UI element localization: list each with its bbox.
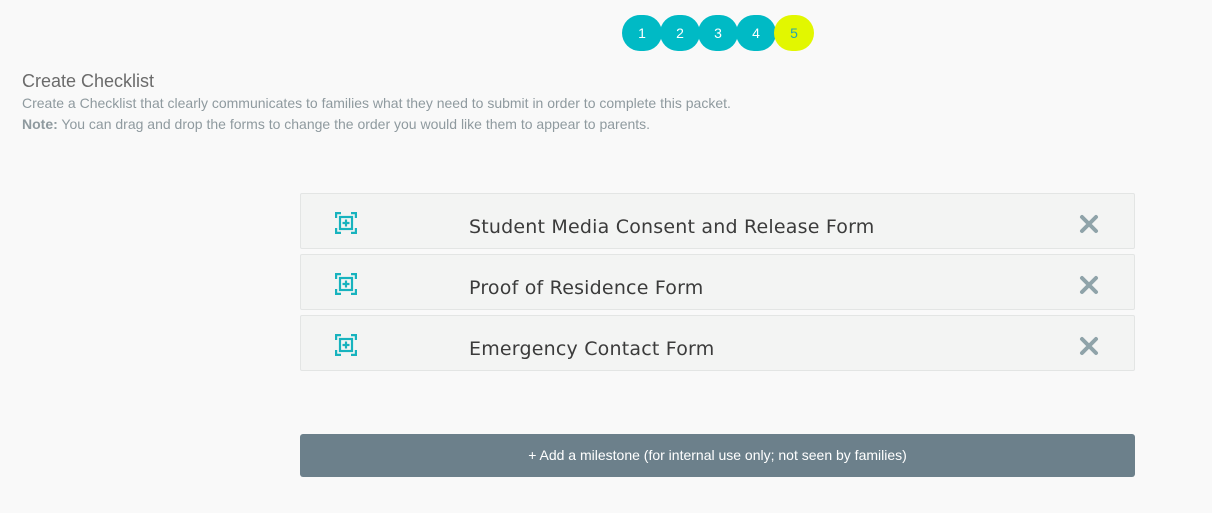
close-icon[interactable] [1079, 214, 1099, 234]
form-label: Proof of Residence Form [469, 277, 704, 299]
close-icon[interactable] [1079, 336, 1099, 356]
form-label: Student Media Consent and Release Form [469, 216, 875, 238]
checklist-form-list: Student Media Consent and Release Form P… [300, 193, 1135, 376]
drag-move-icon[interactable] [335, 334, 357, 356]
step-4[interactable]: 4 [736, 15, 776, 51]
step-5-current[interactable]: 5 [774, 15, 814, 51]
close-icon[interactable] [1079, 275, 1099, 295]
step-1[interactable]: 1 [622, 15, 662, 51]
checklist-header: Create Checklist Create a Checklist that… [22, 70, 1122, 135]
step-3[interactable]: 3 [698, 15, 738, 51]
form-row-media-consent[interactable]: Student Media Consent and Release Form [300, 193, 1135, 249]
drag-move-icon[interactable] [335, 212, 357, 234]
note-text: You can drag and drop the forms to chang… [57, 116, 651, 132]
page-description: Create a Checklist that clearly communic… [22, 95, 731, 111]
drag-move-icon[interactable] [335, 273, 357, 295]
add-milestone-button[interactable]: + Add a milestone (for internal use only… [300, 434, 1135, 477]
step-2[interactable]: 2 [660, 15, 700, 51]
drag-drop-note: Note: You can drag and drop the forms to… [22, 114, 1122, 135]
page-title: Create Checklist [22, 71, 155, 91]
form-row-emergency-contact[interactable]: Emergency Contact Form [300, 315, 1135, 371]
note-label: Note: [22, 116, 58, 132]
form-row-proof-of-residence[interactable]: Proof of Residence Form [300, 254, 1135, 310]
form-label: Emergency Contact Form [469, 338, 715, 360]
